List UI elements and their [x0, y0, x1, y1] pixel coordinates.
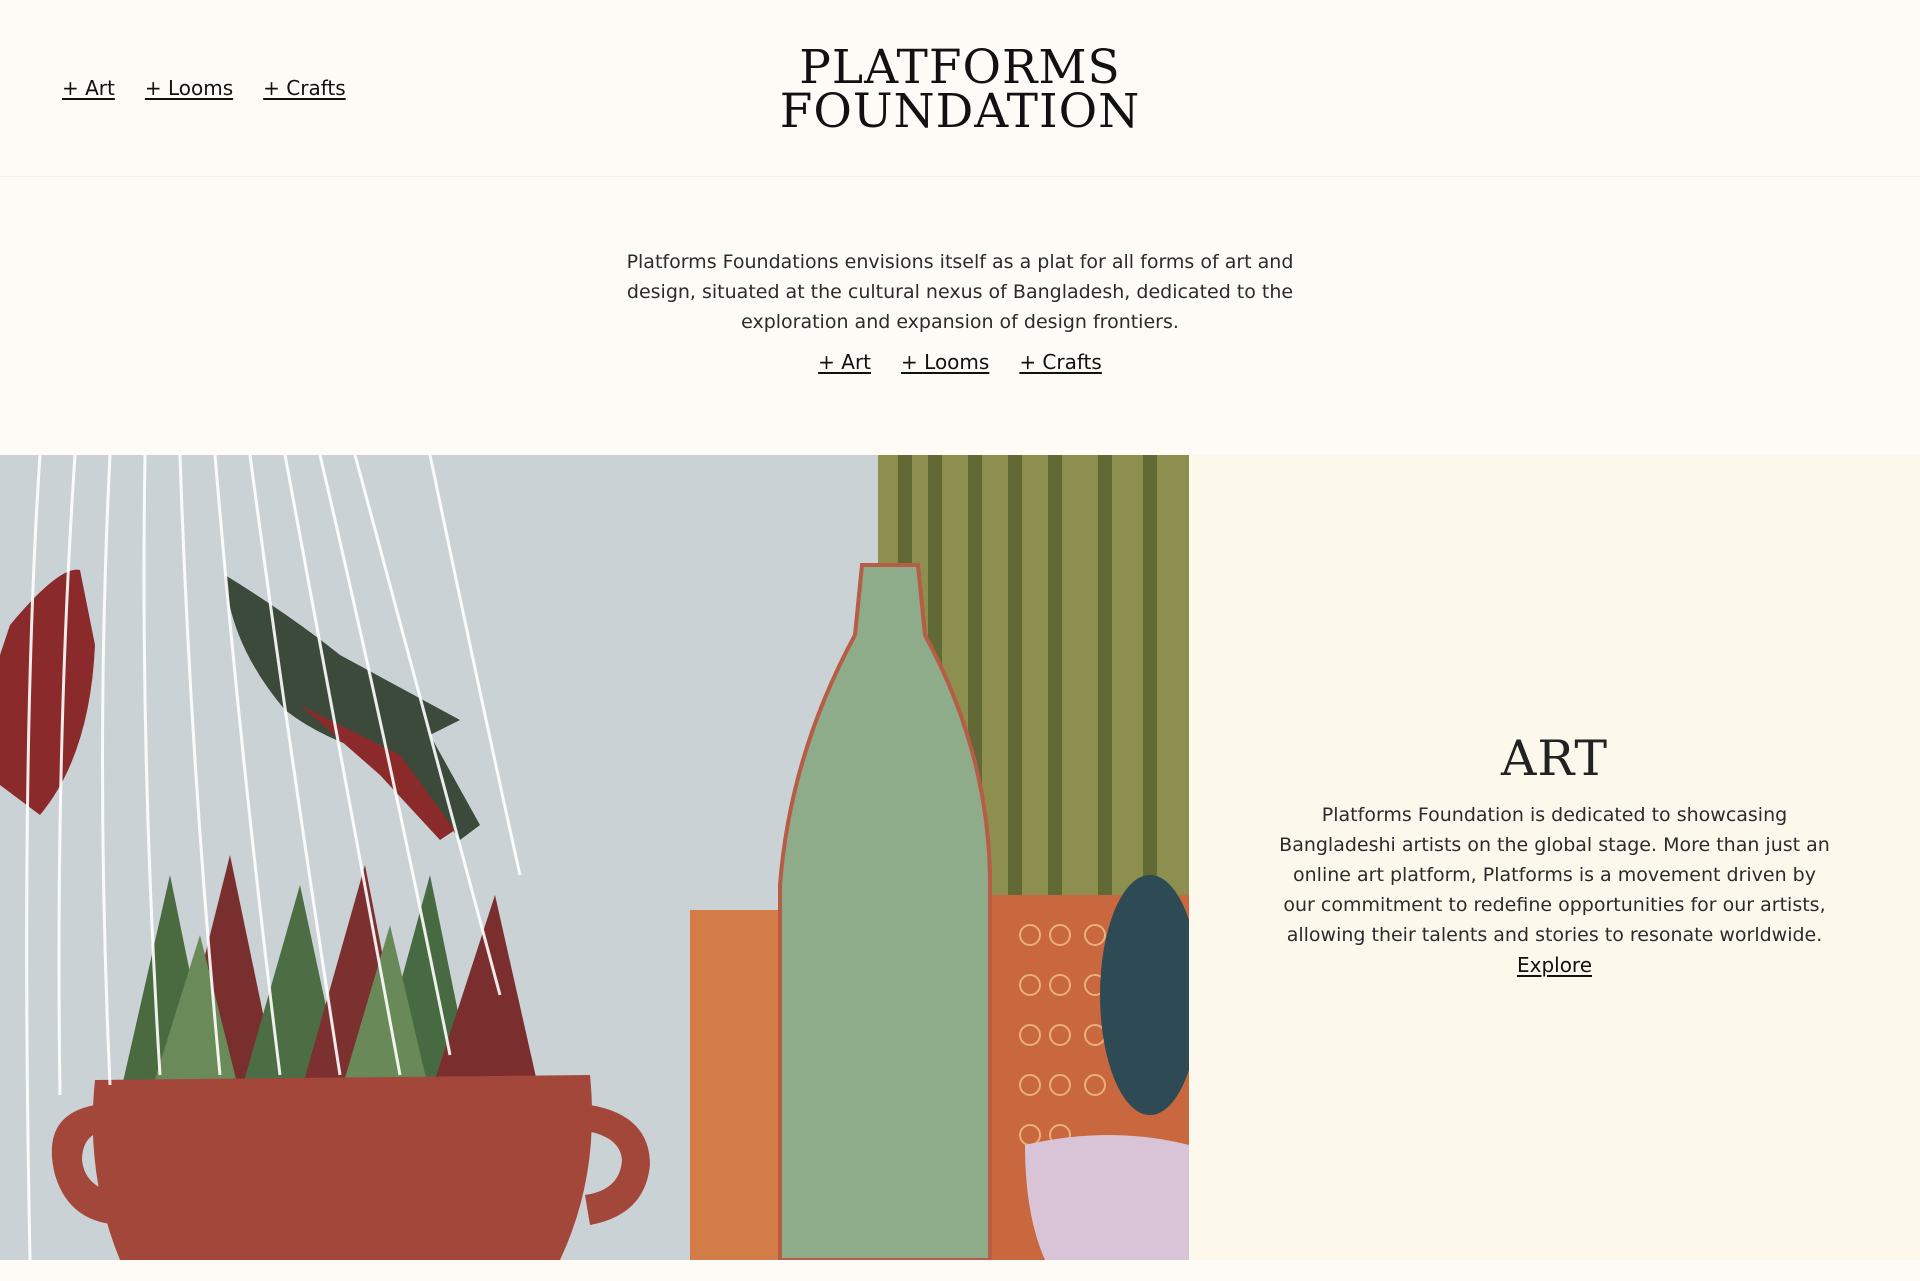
site-header: + Art + Looms + Crafts PLATFORMS FOUNDAT… [0, 0, 1920, 177]
intro-nav: + Art + Looms + Crafts [0, 350, 1920, 374]
intro-link-art[interactable]: + Art [818, 350, 871, 374]
intro-link-crafts[interactable]: + Crafts [1019, 350, 1102, 374]
art-painting-image [0, 455, 1189, 1260]
intro-link-looms[interactable]: + Looms [901, 350, 989, 374]
intro-text: Platforms Foundations envisions itself a… [626, 251, 1294, 333]
art-description-text: Platforms Foundation is dedicated to sho… [1279, 804, 1830, 946]
art-description: Platforms Foundation is dedicated to sho… [1279, 800, 1830, 981]
art-heading: ART [1500, 730, 1609, 787]
explore-link[interactable]: Explore [1517, 950, 1592, 980]
art-info-panel: ART Platforms Foundation is dedicated to… [1189, 455, 1920, 1260]
logo-line-2: FOUNDATION [779, 84, 1141, 139]
site-logo[interactable]: PLATFORMS FOUNDATION [0, 44, 1920, 139]
